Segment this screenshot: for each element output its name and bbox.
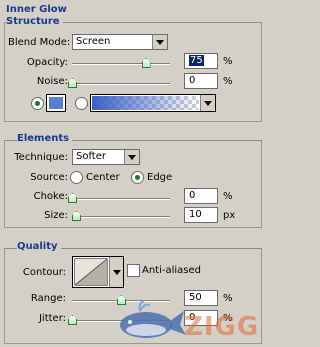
color-swatch[interactable] bbox=[46, 94, 66, 112]
source-edge-radio[interactable] bbox=[131, 171, 144, 184]
choke-value: 0 bbox=[189, 190, 196, 201]
elements-title: Elements bbox=[17, 133, 73, 144]
quality-title: Quality bbox=[17, 241, 61, 252]
opacity-input[interactable]: 75 bbox=[184, 53, 218, 69]
panel-title: Inner Glow bbox=[6, 4, 67, 15]
choke-unit: % bbox=[223, 191, 233, 202]
chevron-down-icon bbox=[109, 257, 123, 287]
range-value: 50 bbox=[189, 292, 202, 303]
size-input[interactable]: 10 bbox=[184, 207, 218, 223]
size-unit: px bbox=[223, 210, 236, 221]
choke-label: Choke: bbox=[33, 191, 68, 202]
antialiased-checkbox[interactable] bbox=[127, 264, 140, 277]
jitter-label: Jitter: bbox=[38, 313, 66, 324]
gradient-picker[interactable] bbox=[90, 94, 216, 112]
technique-label: Technique: bbox=[14, 152, 68, 163]
opacity-value: 75 bbox=[189, 55, 204, 66]
source-center-label[interactable]: Center bbox=[86, 172, 120, 183]
chevron-down-icon bbox=[124, 150, 139, 164]
watermark-text: ZIGG bbox=[184, 312, 260, 342]
gradient-preview bbox=[92, 96, 199, 110]
technique-value: Softer bbox=[76, 151, 106, 162]
size-slider-track[interactable] bbox=[72, 216, 170, 218]
noise-value: 0 bbox=[189, 75, 196, 86]
opacity-slider-track[interactable] bbox=[72, 63, 170, 65]
choke-input[interactable]: 0 bbox=[184, 188, 218, 204]
blend-mode-value: Screen bbox=[76, 36, 111, 47]
opacity-label: Opacity: bbox=[26, 57, 68, 68]
contour-label: Contour: bbox=[22, 267, 66, 278]
source-label: Source: bbox=[30, 172, 68, 183]
source-center-radio[interactable] bbox=[70, 171, 83, 184]
size-value: 10 bbox=[189, 209, 202, 220]
noise-input[interactable]: 0 bbox=[184, 73, 218, 89]
noise-unit: % bbox=[223, 76, 233, 87]
structure-title: Structure bbox=[6, 16, 63, 27]
technique-select[interactable]: Softer bbox=[72, 149, 140, 165]
contour-picker[interactable] bbox=[72, 256, 124, 288]
noise-label: Noise: bbox=[36, 76, 68, 87]
blend-mode-label: Blend Mode: bbox=[8, 37, 71, 48]
noise-slider-track[interactable] bbox=[72, 83, 170, 85]
whale-watermark-icon bbox=[120, 300, 186, 338]
blend-mode-select[interactable]: Screen bbox=[72, 34, 168, 50]
range-label: Range: bbox=[30, 293, 66, 304]
antialiased-label[interactable]: Anti-aliased bbox=[142, 265, 201, 276]
range-unit: % bbox=[223, 293, 233, 304]
choke-slider-track[interactable] bbox=[72, 198, 170, 200]
color-swatch-fill bbox=[49, 97, 63, 109]
opacity-unit: % bbox=[223, 56, 233, 67]
source-edge-label[interactable]: Edge bbox=[147, 172, 172, 183]
chevron-down-icon bbox=[152, 35, 167, 49]
size-label: Size: bbox=[44, 210, 68, 221]
color-radio[interactable] bbox=[31, 97, 44, 110]
gradient-radio[interactable] bbox=[75, 97, 88, 110]
chevron-down-icon bbox=[200, 95, 215, 111]
